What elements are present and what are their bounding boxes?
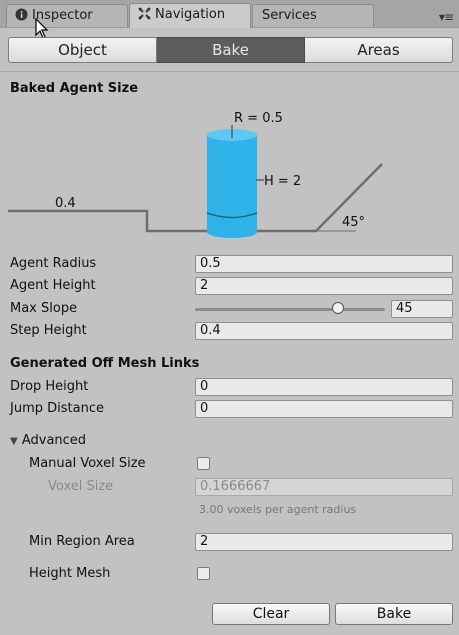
divider [0,71,459,72]
advanced-foldout[interactable]: ▼ Advanced [10,433,86,448]
voxel-size-label: Voxel Size [48,479,114,494]
tab-navigation-label: Navigation [155,7,226,22]
mode-toolbar: Object Bake Areas [8,37,453,63]
areas-button[interactable]: Areas [305,37,453,63]
agent-size-diagram: R = 0.5 H = 2 0.4 45° [8,111,383,238]
radius-label: R = 0.5 [234,111,283,126]
step-label: 0.4 [55,196,76,211]
agent-radius-label: Agent Radius [10,256,97,271]
min-region-area-label: Min Region Area [29,534,135,549]
clear-button[interactable]: Clear [212,603,330,625]
tab-services-label: Services [262,8,317,23]
agent-radius-field[interactable]: 0.5 [195,255,453,273]
height-mesh-label: Height Mesh [29,566,111,581]
tab-bar: Inspector Navigation Services ▾≡ [0,0,459,28]
max-slope-label: Max Slope [10,301,78,316]
agent-height-field[interactable]: 2 [195,277,453,295]
agent-cylinder [206,129,258,238]
voxel-hint: 3.00 voxels per agent radius [199,503,357,516]
panel-menu-icon[interactable]: ▾≡ [439,10,454,24]
step-height-field[interactable]: 0.4 [195,322,453,340]
info-icon [15,7,28,21]
agent-height-label: Agent Height [10,278,96,293]
step-height-label: Step Height [10,323,87,338]
max-slope-slider[interactable] [195,308,385,311]
object-button[interactable]: Object [8,37,157,63]
navigation-icon [138,6,151,20]
min-region-area-field[interactable]: 2 [195,533,453,551]
tab-navigation[interactable]: Navigation [129,3,251,28]
manual-voxel-size-label: Manual Voxel Size [29,456,146,471]
manual-voxel-size-checkbox[interactable] [197,457,210,470]
height-mesh-checkbox[interactable] [197,567,210,580]
height-label: H = 2 [264,174,301,189]
voxel-size-field[interactable]: 0.1666667 [195,478,453,496]
drop-height-label: Drop Height [10,379,89,394]
baked-agent-size-heading: Baked Agent Size [10,81,139,96]
bake-tab-button[interactable]: Bake [157,37,305,63]
tab-inspector[interactable]: Inspector [6,4,128,27]
foldout-arrow-icon: ▼ [10,436,18,447]
max-slope-slider-thumb[interactable] [331,302,344,314]
jump-distance-field[interactable]: 0 [195,400,453,418]
max-slope-field[interactable]: 45 [391,300,453,318]
tab-services[interactable]: Services [252,4,374,27]
drop-height-field[interactable]: 0 [195,378,453,396]
offmesh-links-heading: Generated Off Mesh Links [10,356,200,371]
bake-button[interactable]: Bake [335,603,453,625]
slope-label: 45° [342,215,365,230]
jump-distance-label: Jump Distance [10,401,104,416]
advanced-label: Advanced [21,433,87,448]
